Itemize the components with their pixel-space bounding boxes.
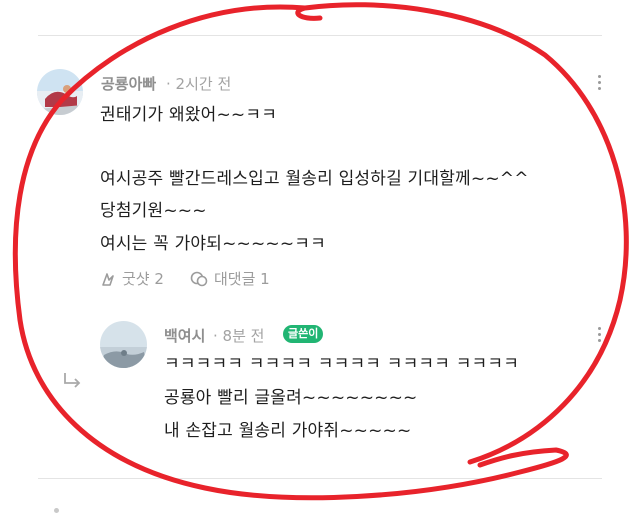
reply-author[interactable]: 백여시 (164, 325, 205, 346)
comment-author[interactable]: 공룡아빠 (101, 73, 156, 94)
top-divider (38, 35, 602, 36)
comment-thread: 공룡아빠 · 2시간 전 권태기가 왜왔어~~ㅋㅋ 여시공주 빨간드레스입고 월… (0, 0, 640, 517)
reply-button[interactable]: 대댓글 1 (190, 268, 270, 289)
comment-line: 당첨기원~~~ (100, 201, 207, 221)
comment-line: 여시공주 빨간드레스입고 월송리 입성하길 기대할께~~^^ (100, 169, 529, 189)
comment-line: 여시는 꼭 가야되~~~~~ㅋㅋ (100, 234, 326, 254)
bottom-divider (38, 478, 602, 479)
reply-line: 공룡아 빨리 글올려~~~~~~~~ (164, 388, 418, 408)
comment-timestamp: · 2시간 전 (166, 75, 232, 93)
reply-count: 대댓글 1 (214, 270, 270, 288)
partial-next-item (54, 508, 59, 513)
golf-shot-icon (100, 271, 116, 287)
reply-line: 내 손잡고 월송리 가야쥐~~~~~ (164, 421, 412, 441)
author-badge: 글쓴이 (283, 325, 324, 343)
comment-bubble-icon (190, 271, 208, 287)
like-button[interactable]: 굿샷 2 (100, 268, 164, 289)
reply-line: ㅋㅋㅋㅋㅋ ㅋㅋㅋㅋ ㅋㅋㅋㅋ ㅋㅋㅋㅋ ㅋㅋㅋㅋ (164, 354, 520, 374)
reply-avatar[interactable] (100, 321, 147, 368)
more-vertical-icon[interactable] (598, 75, 602, 93)
avatar[interactable] (37, 69, 83, 115)
reply-arrow-icon (62, 372, 84, 394)
comment-line: 권태기가 왜왔어~~ㅋㅋ (100, 105, 278, 125)
more-vertical-icon[interactable] (598, 327, 602, 345)
like-count: 굿샷 2 (122, 270, 164, 288)
reply-timestamp: · 8분 전 (213, 327, 265, 345)
